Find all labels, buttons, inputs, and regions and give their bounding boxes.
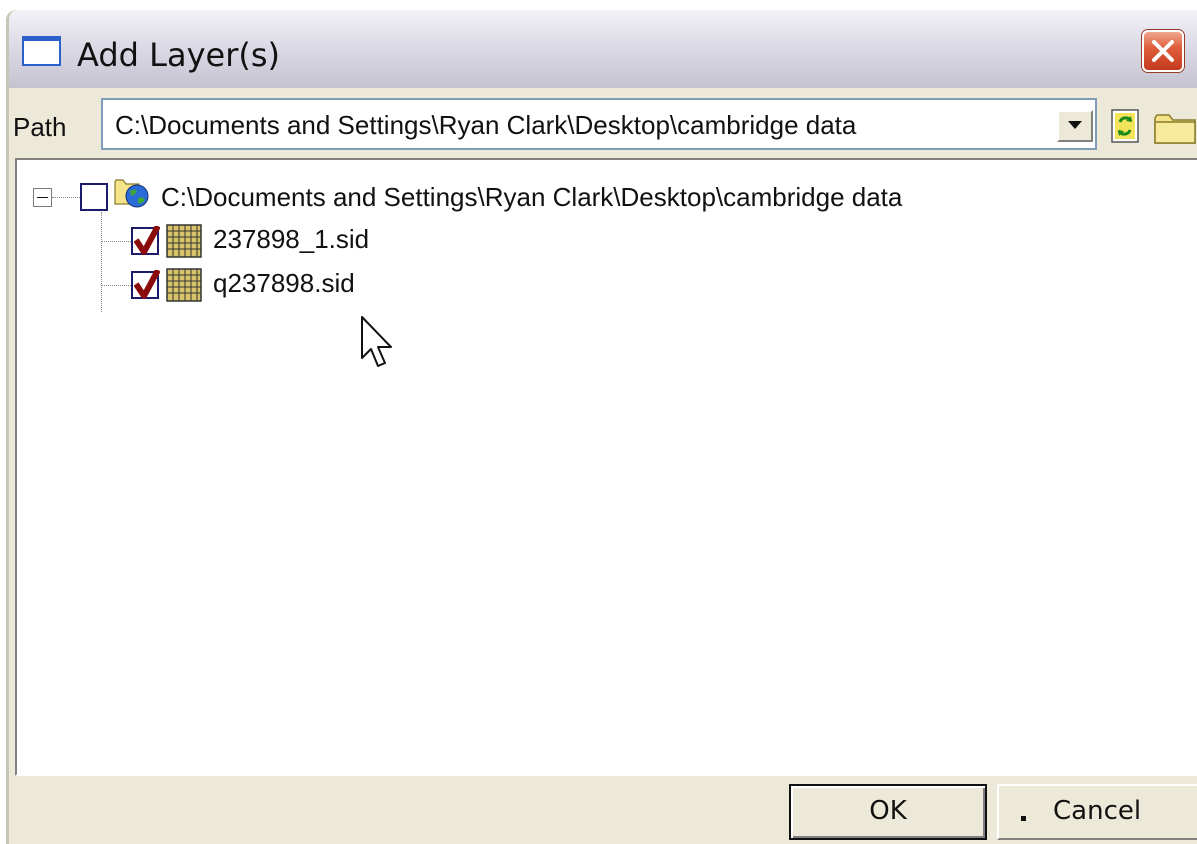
path-combobox[interactable]: C:\Documents and Settings\Ryan Clark\Des… — [101, 98, 1097, 150]
root-checkbox[interactable] — [80, 183, 108, 211]
layer-label[interactable]: 237898_1.sid — [213, 224, 369, 255]
window-icon — [22, 36, 61, 66]
raster-layer-icon — [166, 224, 202, 258]
path-toolbar: Path C:\Documents and Settings\Ryan Clar… — [9, 88, 1197, 162]
close-icon — [1152, 40, 1174, 62]
path-dropdown-button[interactable] — [1057, 110, 1093, 142]
raster-layer-icon — [166, 268, 202, 302]
tree-connector — [101, 285, 131, 286]
cancel-label: Cancel — [1053, 796, 1142, 826]
mouse-cursor-icon — [361, 316, 392, 367]
dialog-button-bar: OK Cancel — [9, 778, 1197, 844]
window-title: Add Layer(s) — [77, 36, 280, 74]
ok-button[interactable]: OK — [789, 784, 987, 840]
globe-folder-icon — [114, 179, 149, 208]
tree-collapse-toggle[interactable] — [33, 188, 52, 207]
chevron-down-icon — [1068, 121, 1082, 129]
tree-connector — [101, 212, 102, 312]
add-layers-dialog: Add Layer(s) Path C:\Documents and Setti… — [6, 10, 1197, 844]
check-icon — [134, 226, 160, 255]
focus-dot — [1021, 816, 1026, 821]
folder-icon[interactable] — [1153, 110, 1197, 146]
tree-root-label[interactable]: C:\Documents and Settings\Ryan Clark\Des… — [161, 182, 902, 213]
tree-connector — [52, 197, 80, 198]
close-button[interactable] — [1142, 30, 1184, 72]
layer-tree[interactable]: C:\Documents and Settings\Ryan Clark\Des… — [15, 158, 1197, 776]
title-bar[interactable]: Add Layer(s) — [9, 10, 1197, 88]
path-label: Path — [13, 112, 67, 142]
path-value[interactable]: C:\Documents and Settings\Ryan Clark\Des… — [115, 110, 856, 141]
cancel-button[interactable]: Cancel — [997, 784, 1197, 840]
tree-connector — [101, 241, 131, 242]
layer-checkbox[interactable] — [131, 226, 160, 255]
layer-checkbox[interactable] — [131, 270, 160, 299]
layer-label[interactable]: q237898.sid — [213, 268, 355, 299]
check-icon — [134, 270, 160, 299]
refresh-icon[interactable] — [1109, 108, 1143, 146]
